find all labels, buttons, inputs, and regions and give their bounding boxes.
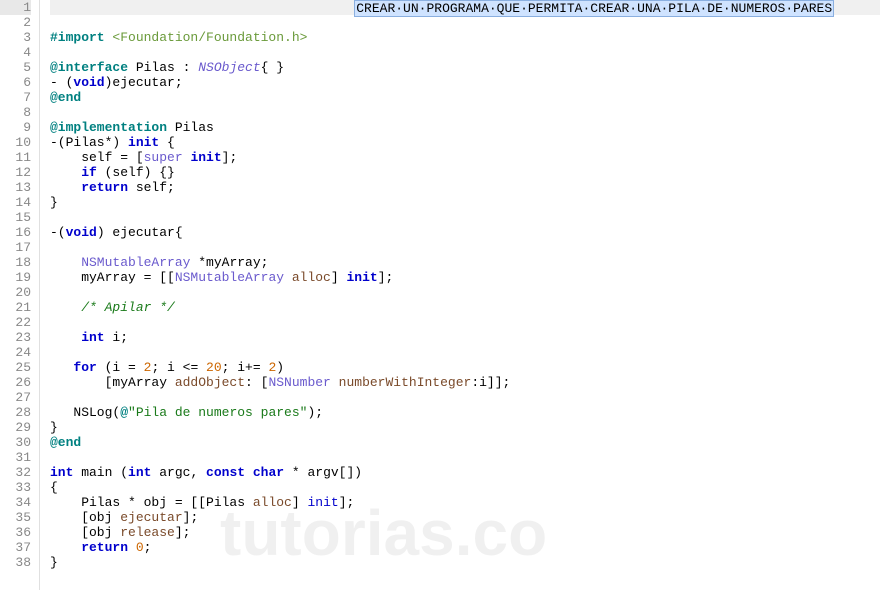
line-number: 1 bbox=[0, 0, 31, 15]
code-line[interactable]: @implementation Pilas bbox=[50, 120, 880, 135]
line-number: 8 bbox=[0, 105, 31, 120]
selected-text[interactable]: CREAR·UN·PROGRAMA·QUE·PERMITA·CREAR·UNA·… bbox=[354, 0, 834, 17]
line-number: 22 bbox=[0, 315, 31, 330]
line-number: 13 bbox=[0, 180, 31, 195]
line-number: 4 bbox=[0, 45, 31, 60]
code-line[interactable]: int main (int argc, const char * argv[]) bbox=[50, 465, 880, 480]
code-line[interactable]: NSMutableArray *myArray; bbox=[50, 255, 880, 270]
code-line[interactable]: for (i = 2; i <= 20; i+= 2) bbox=[50, 360, 880, 375]
code-line[interactable]: } bbox=[50, 420, 880, 435]
line-number: 26 bbox=[0, 375, 31, 390]
line-number: 38 bbox=[0, 555, 31, 570]
code-line[interactable]: [obj release]; bbox=[50, 525, 880, 540]
code-line[interactable]: @interface Pilas : NSObject{ } bbox=[50, 60, 880, 75]
code-area[interactable]: CREAR·UN·PROGRAMA·QUE·PERMITA·CREAR·UNA·… bbox=[40, 0, 880, 590]
code-line[interactable]: } bbox=[50, 195, 880, 210]
line-number: 5 bbox=[0, 60, 31, 75]
code-line[interactable] bbox=[50, 345, 880, 360]
line-number: 31 bbox=[0, 450, 31, 465]
line-number: 36 bbox=[0, 525, 31, 540]
line-number: 15 bbox=[0, 210, 31, 225]
code-line[interactable] bbox=[50, 315, 880, 330]
code-line[interactable]: myArray = [[NSMutableArray alloc] init]; bbox=[50, 270, 880, 285]
line-number: 21 bbox=[0, 300, 31, 315]
code-line[interactable]: @end bbox=[50, 90, 880, 105]
line-number: 14 bbox=[0, 195, 31, 210]
line-number: 10 bbox=[0, 135, 31, 150]
line-number: 33 bbox=[0, 480, 31, 495]
line-number: 34 bbox=[0, 495, 31, 510]
code-line[interactable] bbox=[50, 450, 880, 465]
code-line[interactable]: #import <Foundation/Foundation.h> bbox=[50, 30, 880, 45]
code-line[interactable]: return self; bbox=[50, 180, 880, 195]
code-line[interactable]: /* Apilar */ bbox=[50, 300, 880, 315]
code-line[interactable] bbox=[50, 15, 880, 30]
code-line[interactable] bbox=[50, 45, 880, 60]
code-line[interactable]: -(void) ejecutar{ bbox=[50, 225, 880, 240]
line-number: 37 bbox=[0, 540, 31, 555]
code-line[interactable]: NSLog(@"Pila de numeros pares"); bbox=[50, 405, 880, 420]
code-line[interactable] bbox=[50, 285, 880, 300]
line-number-gutter: 1 2 3 4 5 6 7 8 9 10 11 12 13 14 15 16 1… bbox=[0, 0, 40, 590]
code-line[interactable] bbox=[50, 240, 880, 255]
line-number: 28 bbox=[0, 405, 31, 420]
code-line[interactable]: self = [super init]; bbox=[50, 150, 880, 165]
code-line[interactable]: return 0; bbox=[50, 540, 880, 555]
line-number: 17 bbox=[0, 240, 31, 255]
code-line[interactable]: CREAR·UN·PROGRAMA·QUE·PERMITA·CREAR·UNA·… bbox=[50, 0, 880, 15]
code-line[interactable]: { bbox=[50, 480, 880, 495]
code-line[interactable]: -(Pilas*) init { bbox=[50, 135, 880, 150]
line-number: 9 bbox=[0, 120, 31, 135]
code-line[interactable]: - (void)ejecutar; bbox=[50, 75, 880, 90]
line-number: 7 bbox=[0, 90, 31, 105]
line-number: 2 bbox=[0, 15, 31, 30]
line-number: 16 bbox=[0, 225, 31, 240]
line-number: 12 bbox=[0, 165, 31, 180]
code-line[interactable]: if (self) {} bbox=[50, 165, 880, 180]
line-number: 23 bbox=[0, 330, 31, 345]
line-number: 29 bbox=[0, 420, 31, 435]
code-line[interactable]: @end bbox=[50, 435, 880, 450]
line-number: 35 bbox=[0, 510, 31, 525]
code-editor[interactable]: 1 2 3 4 5 6 7 8 9 10 11 12 13 14 15 16 1… bbox=[0, 0, 880, 590]
line-number: 27 bbox=[0, 390, 31, 405]
line-number: 18 bbox=[0, 255, 31, 270]
code-line[interactable]: Pilas * obj = [[Pilas alloc] init]; bbox=[50, 495, 880, 510]
line-number: 20 bbox=[0, 285, 31, 300]
line-number: 3 bbox=[0, 30, 31, 45]
line-number: 11 bbox=[0, 150, 31, 165]
code-line[interactable] bbox=[50, 105, 880, 120]
code-line[interactable]: [myArray addObject: [NSNumber numberWith… bbox=[50, 375, 880, 390]
code-line[interactable] bbox=[50, 390, 880, 405]
line-number: 6 bbox=[0, 75, 31, 90]
line-number: 30 bbox=[0, 435, 31, 450]
line-number: 19 bbox=[0, 270, 31, 285]
code-line[interactable]: int i; bbox=[50, 330, 880, 345]
line-number: 24 bbox=[0, 345, 31, 360]
code-line[interactable]: } bbox=[50, 555, 880, 570]
code-line[interactable]: [obj ejecutar]; bbox=[50, 510, 880, 525]
line-number: 25 bbox=[0, 360, 31, 375]
line-number: 32 bbox=[0, 465, 31, 480]
code-line[interactable] bbox=[50, 210, 880, 225]
